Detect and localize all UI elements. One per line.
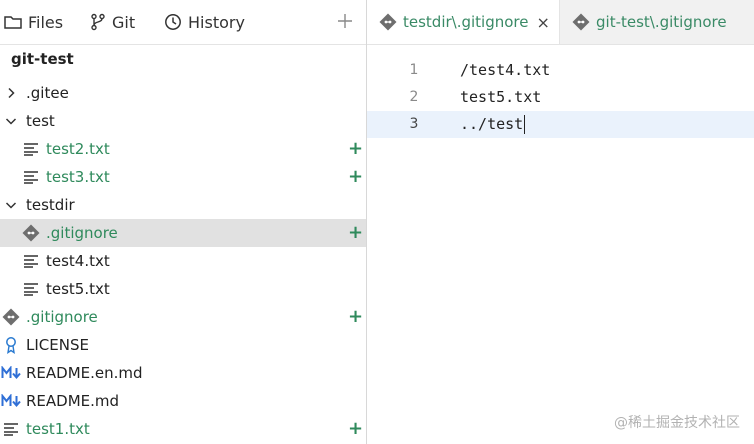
code-line: 2 test5.txt — [367, 84, 754, 111]
tab-git[interactable]: Git — [90, 0, 135, 44]
tab-git-label: Git — [112, 12, 136, 32]
text-file-icon — [22, 252, 40, 270]
editor-panel: testdir\.gitignore × git-test\.gitignore… — [367, 0, 754, 444]
file-explorer-panel: Files Git History git-test .gitee test t… — [0, 0, 366, 444]
added-status-icon: + — [348, 306, 364, 327]
tree-item-test[interactable]: test — [0, 107, 366, 135]
tree-item-label: .gitignore — [26, 308, 98, 326]
tree-item-test2-txt[interactable]: test2.txt + — [0, 135, 366, 163]
tree-item-label: testdir — [26, 196, 75, 214]
text-file-icon — [22, 280, 40, 298]
line-text: ../test — [460, 115, 524, 133]
line-text-wrap: ../test — [460, 115, 526, 134]
tree-item-label: test3.txt — [46, 168, 110, 186]
tree-item-label: LICENSE — [26, 336, 89, 354]
project-title: git-test — [11, 50, 74, 68]
editor-tab-bar: testdir\.gitignore × git-test\.gitignore — [367, 0, 754, 45]
markdown-icon — [1, 364, 23, 382]
added-status-icon: + — [348, 418, 364, 439]
tree-item-label: README.md — [26, 392, 120, 410]
git-branch-icon — [90, 13, 106, 31]
tree-item-readme-md[interactable]: README.md — [0, 387, 366, 415]
git-file-icon — [572, 13, 590, 31]
line-text: /test4.txt — [460, 61, 551, 79]
tree-item-label: test5.txt — [46, 280, 110, 298]
chevron-right-icon — [2, 84, 20, 102]
tree-item-testdir-gitignore[interactable]: .gitignore + — [0, 219, 366, 247]
editor-tab-label: testdir\.gitignore — [403, 13, 529, 31]
tree-item-label: .gitignore — [46, 224, 118, 242]
added-status-icon: + — [348, 166, 364, 187]
git-file-icon — [2, 308, 20, 326]
tree-item-test1-txt[interactable]: test1.txt + — [0, 415, 366, 443]
editor-tab-label: git-test\.gitignore — [596, 13, 727, 31]
clock-icon — [164, 13, 182, 31]
editor-tab-root-gitignore[interactable]: git-test\.gitignore — [572, 0, 727, 44]
license-icon — [2, 336, 20, 354]
git-file-icon — [22, 224, 40, 242]
tree-item-test5-txt[interactable]: test5.txt — [0, 275, 366, 303]
added-status-icon: + — [348, 138, 364, 159]
line-number: 2 — [409, 89, 419, 105]
watermark: @稀土掘金技术社区 — [614, 415, 740, 431]
tree-item-test4-txt[interactable]: test4.txt — [0, 247, 366, 275]
line-text: test5.txt — [460, 88, 542, 106]
line-number: 3 — [409, 116, 419, 132]
tree-item-label: test1.txt — [26, 420, 90, 438]
close-icon[interactable]: × — [537, 13, 550, 32]
text-cursor — [524, 115, 526, 134]
tree-item-license[interactable]: LICENSE — [0, 331, 366, 359]
git-file-icon — [379, 13, 397, 31]
tree-item-label: test — [26, 112, 55, 130]
tree-item-readme-en-md[interactable]: README.en.md — [0, 359, 366, 387]
chevron-down-icon — [2, 112, 20, 130]
editor-tab-testdir-gitignore[interactable]: testdir\.gitignore × — [367, 0, 560, 44]
text-file-icon — [2, 420, 20, 438]
chevron-down-icon — [2, 196, 20, 214]
code-line-current: 3 ../test — [367, 111, 754, 138]
folder-icon — [4, 14, 22, 30]
added-status-icon: + — [348, 222, 364, 243]
explorer-tab-bar: Files Git History — [0, 0, 366, 45]
line-number: 1 — [409, 62, 419, 78]
tree-item-label: test2.txt — [46, 140, 110, 158]
tree-item-gitee[interactable]: .gitee — [0, 79, 366, 107]
markdown-icon — [1, 392, 23, 410]
add-button[interactable] — [332, 8, 358, 34]
tab-history-label: History — [188, 12, 245, 32]
tree-item-testdir[interactable]: testdir — [0, 191, 366, 219]
tree-item-test3-txt[interactable]: test3.txt + — [0, 163, 366, 191]
text-file-icon — [22, 140, 40, 158]
code-line: 1 /test4.txt — [367, 57, 754, 84]
tree-item-label: test4.txt — [46, 252, 110, 270]
tree-item-label: README.en.md — [26, 364, 143, 382]
text-file-icon — [22, 168, 40, 186]
tab-history[interactable]: History — [164, 0, 245, 44]
code-editor[interactable]: 1 /test4.txt 2 test5.txt 3 ../test — [367, 57, 754, 138]
file-tree: .gitee test test2.txt + test3.txt + test… — [0, 79, 366, 443]
tree-item-label: .gitee — [26, 84, 69, 102]
tree-item-root-gitignore[interactable]: .gitignore + — [0, 303, 366, 331]
tab-files[interactable]: Files — [4, 0, 63, 44]
plus-icon — [338, 14, 352, 28]
tab-files-label: Files — [28, 12, 64, 32]
